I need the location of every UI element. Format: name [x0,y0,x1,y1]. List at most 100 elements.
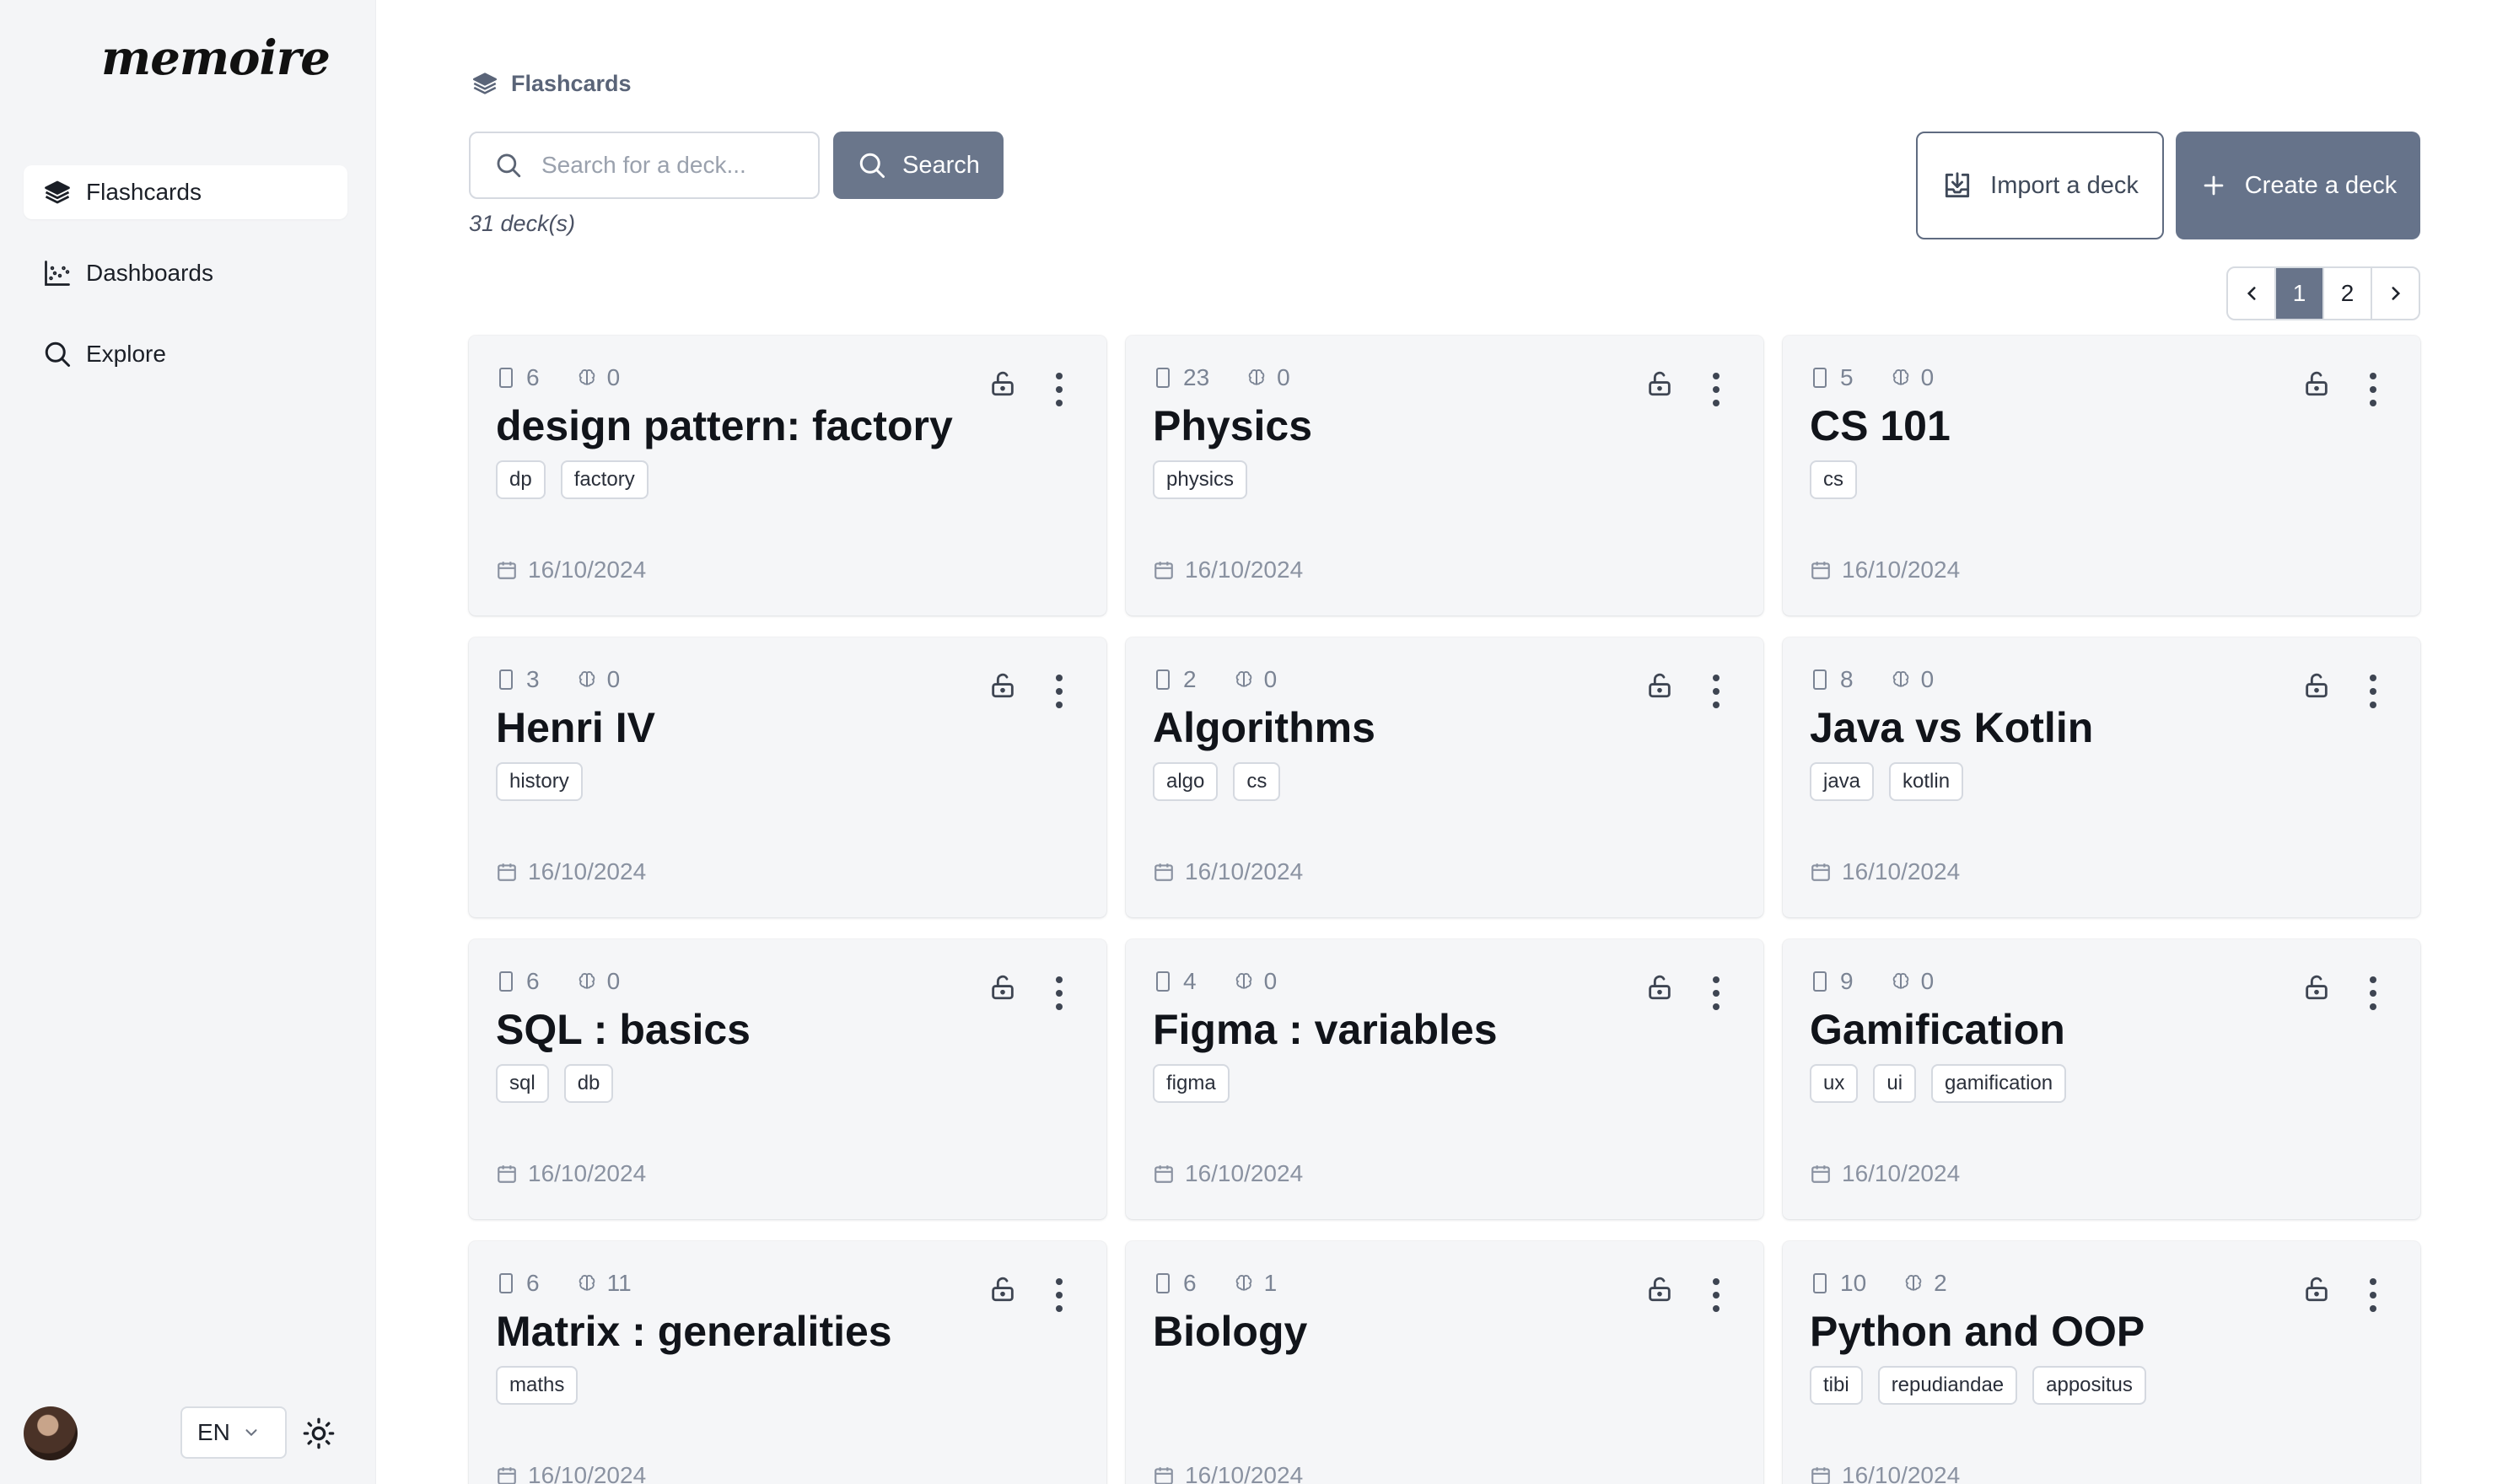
deck-tag[interactable]: db [563,1064,614,1103]
deck-card[interactable]: 3 0 Henri IV history 16/10/2024 [469,637,1106,917]
card-icon [1813,971,1827,992]
search-field[interactable] [469,132,820,199]
avatar[interactable] [24,1406,78,1460]
card-count: 23 [1183,364,1210,390]
lock-icon[interactable] [2302,671,2331,702]
deck-tag[interactable]: sql [496,1064,549,1103]
app-logo[interactable]: memoire [101,30,331,86]
deck-tag[interactable]: dp [496,460,546,499]
learned-count: 0 [1263,968,1278,994]
page-button-2[interactable]: 2 [2324,268,2372,319]
deck-tag[interactable]: cs [1810,460,1857,499]
deck-card[interactable]: 9 0 Gamification ux ui gamification 16/10/2024 [1783,939,2420,1219]
card-count: 6 [526,364,540,390]
more-menu-icon[interactable] [2368,369,2378,406]
deck-card[interactable]: 6 0 SQL : basics sql db 16/10/2024 [469,939,1106,1219]
deck-tag[interactable]: ux [1810,1064,1859,1103]
deck-title: Figma : variables [1153,1006,1498,1053]
deck-card[interactable]: 23 0 Physics physics 16/10/2024 [1126,336,1763,616]
more-menu-icon[interactable] [1711,671,1721,708]
brain-icon [1235,1275,1251,1291]
deck-tag[interactable]: cs [1233,762,1281,801]
pagination: 1 2 [2226,266,2420,320]
page-button-1[interactable]: 1 [2276,268,2324,319]
lock-icon[interactable] [2302,973,2331,1003]
lock-icon[interactable] [988,369,1017,400]
calendar-icon [1154,1165,1173,1183]
lock-icon[interactable] [988,973,1017,1003]
sidebar-item-dashboards[interactable]: Dashboards [24,246,347,300]
more-menu-icon[interactable] [2368,671,2378,708]
deck-stats: 60 [496,968,620,995]
deck-stats: 30 [496,666,620,693]
prev-page-button[interactable] [2228,268,2276,319]
deck-tag[interactable]: appositus [2032,1366,2146,1405]
deck-date-value: 16/10/2024 [528,1160,647,1186]
deck-card[interactable]: 10 2 Python and OOP tibi repudiandae appositu… [1783,1241,2420,1484]
sidebar-item-flashcards[interactable]: Flashcards [24,165,347,219]
deck-tag[interactable]: gamification [1931,1064,2067,1103]
deck-stats: 23 0 [1153,364,1290,391]
deck-card[interactable]: 4 0 Figma : variables figma 16/10/2024 [1126,939,1763,1219]
lock-icon[interactable] [1645,1275,1674,1305]
lock-icon[interactable] [2302,369,2331,400]
deck-tag[interactable]: algo [1153,762,1219,801]
language-select[interactable]: EN [180,1406,287,1459]
deck-tags: tibi repudiandae appositus [1810,1366,2146,1405]
create-deck-button[interactable]: Create a deck [2176,132,2420,239]
deck-tag[interactable]: ui [1873,1064,1917,1103]
deck-stats: 20 [1153,666,1277,693]
deck-date-value: 16/10/2024 [1185,556,1304,583]
card-icon [1813,1273,1827,1293]
more-menu-icon[interactable] [1054,1275,1064,1312]
deck-stats: 6 11 [496,1270,632,1297]
deck-date-value: 16/10/2024 [528,556,647,583]
more-menu-icon[interactable] [1711,973,1721,1010]
more-menu-icon[interactable] [1711,1275,1721,1312]
search-button[interactable]: Search [833,132,1004,199]
learned-count: 0 [1920,666,1935,692]
next-page-button[interactable] [2372,268,2419,319]
deck-stats: 60 [496,364,620,391]
deck-card[interactable]: 6 0 design pattern: factory dp factory 16/10/… [469,336,1106,616]
deck-tag[interactable]: physics [1153,460,1248,499]
deck-tag[interactable]: figma [1153,1064,1230,1103]
sidebar-item-explore[interactable]: Explore [24,327,347,381]
lock-icon[interactable] [988,671,1017,702]
lock-icon[interactable] [1645,369,1674,400]
more-menu-icon[interactable] [1054,973,1064,1010]
calendar-icon [498,863,516,881]
brain-icon [579,369,595,385]
more-menu-icon[interactable] [2368,1275,2378,1312]
search-input[interactable] [541,152,769,179]
deck-tag[interactable]: kotlin [1889,762,1964,801]
deck-tag[interactable]: repudiandae [1877,1366,2018,1405]
deck-card[interactable]: 6 1 Biology 16/10/2024 [1126,1241,1763,1484]
lock-icon[interactable] [2302,1275,2331,1305]
import-deck-button[interactable]: Import a deck [1916,132,2164,239]
lock-icon[interactable] [1645,671,1674,702]
card-icon [1813,368,1827,388]
deck-tag[interactable]: maths [496,1366,579,1405]
more-menu-icon[interactable] [1054,369,1064,406]
deck-tag[interactable]: java [1810,762,1875,801]
deck-card[interactable]: 5 0 CS 101 cs 16/10/2024 [1783,336,2420,616]
deck-card[interactable]: 8 0 Java vs Kotlin java kotlin 16/10/2024 [1783,637,2420,917]
lock-icon[interactable] [988,1275,1017,1305]
deck-tag[interactable]: tibi [1810,1366,1863,1405]
deck-tag[interactable]: factory [560,460,649,499]
deck-tag[interactable]: history [496,762,583,801]
deck-card[interactable]: 6 11 Matrix : generalities maths 16/10/2024 [469,1241,1106,1484]
more-menu-icon[interactable] [2368,973,2378,1010]
brain-icon [1892,671,1908,687]
card-icon [1156,669,1170,690]
calendar-icon [1811,1467,1830,1484]
more-menu-icon[interactable] [1711,369,1721,406]
deck-card[interactable]: 2 0 Algorithms algo cs 16/10/2024 [1126,637,1763,917]
more-menu-icon[interactable] [1054,671,1064,708]
deck-stats: 50 [1810,364,1934,391]
calendar-icon [498,1467,516,1484]
lock-icon[interactable] [1645,973,1674,1003]
sun-icon[interactable] [302,1417,336,1450]
deck-tags: java kotlin [1810,762,1964,801]
